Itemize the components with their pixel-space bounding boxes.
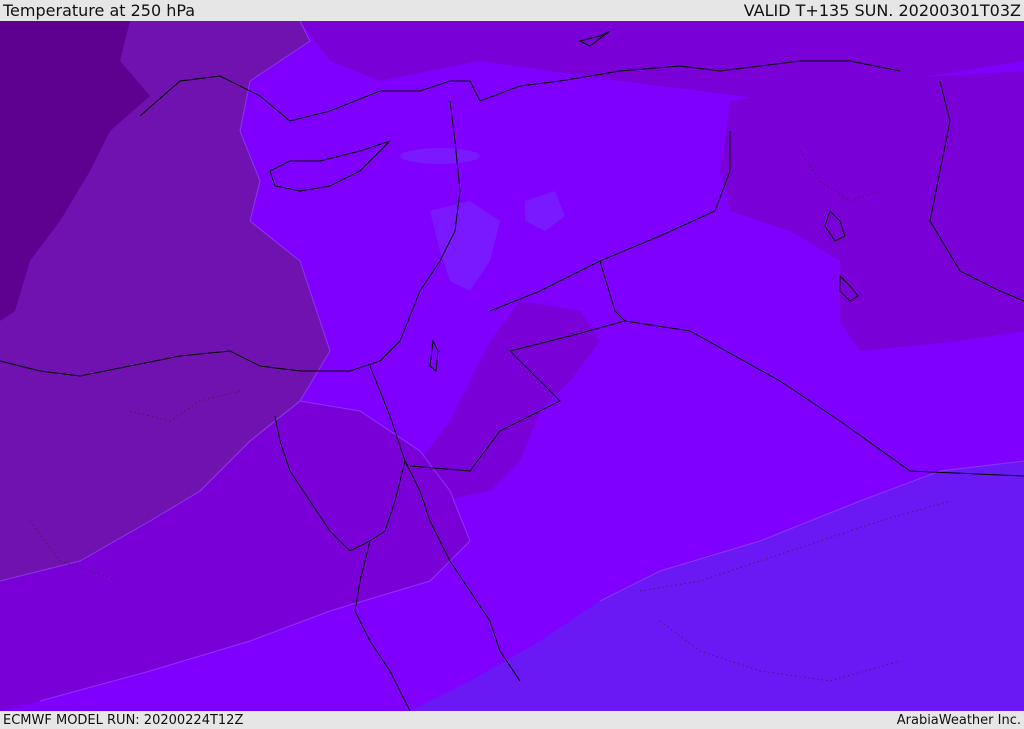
model-run: ECMWF MODEL RUN: 20200224T12Z	[3, 712, 244, 728]
warm-patch-north	[400, 148, 480, 164]
map-title: Temperature at 250 hPa	[3, 1, 196, 20]
header-bar: Temperature at 250 hPa VALID T+135 SUN. …	[0, 0, 1024, 21]
footer-bar: ECMWF MODEL RUN: 20200224T12Z ArabiaWeat…	[0, 711, 1024, 729]
valid-time: VALID T+135 SUN. 20200301T03Z	[743, 1, 1021, 20]
weather-map[interactable]	[0, 21, 1024, 711]
credit: ArabiaWeather Inc.	[896, 712, 1021, 728]
